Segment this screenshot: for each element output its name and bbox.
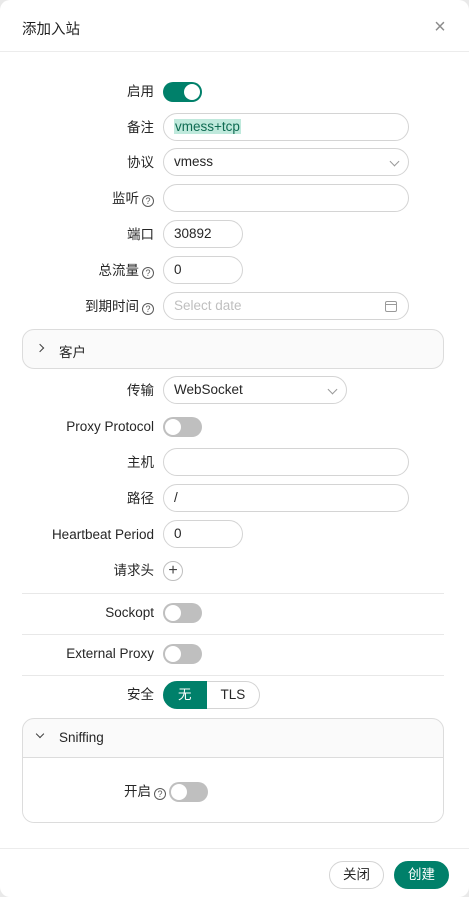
sniffing-collapse-title: Sniffing: [59, 730, 104, 745]
external-proxy-switch[interactable]: [163, 644, 202, 664]
expiry-date-picker[interactable]: Select date: [163, 292, 409, 320]
remark-row: 备注 vmess+tcp: [0, 113, 469, 143]
protocol-label: 协议: [127, 155, 154, 170]
remark-input[interactable]: vmess+tcp: [163, 113, 409, 141]
expiry-label-text: 到期时间: [85, 299, 139, 314]
sniffing-enable-switch[interactable]: [169, 782, 208, 802]
expiry-label: 到期时间?: [85, 292, 154, 322]
security-option-none[interactable]: 无: [163, 681, 207, 709]
heartbeat-row: Heartbeat Period 0: [0, 520, 469, 550]
client-collapse: 客户: [22, 329, 444, 369]
sockopt-row: Sockopt: [0, 598, 469, 628]
security-option-tls[interactable]: TLS: [206, 681, 261, 709]
total-traffic-label: 总流量?: [98, 256, 154, 286]
port-label: 端口: [127, 227, 154, 242]
remark-label: 备注: [127, 120, 154, 135]
enable-row: 启用: [0, 77, 469, 107]
question-circle-icon: ?: [154, 788, 166, 800]
divider: [22, 675, 444, 676]
calendar-icon: [385, 301, 397, 312]
path-value: /: [174, 490, 178, 505]
sniffing-enable-label-text: 开启: [124, 784, 151, 799]
question-circle-icon: ?: [142, 195, 154, 207]
switch-knob: [165, 419, 181, 435]
enable-label: 启用: [127, 84, 154, 99]
enable-switch[interactable]: [163, 82, 202, 102]
security-label: 安全: [127, 687, 154, 702]
headers-label: 请求头: [113, 563, 155, 578]
port-value: 30892: [174, 226, 212, 241]
heartbeat-input[interactable]: 0: [163, 520, 243, 548]
switch-knob: [184, 84, 200, 100]
client-collapse-header[interactable]: 客户: [23, 330, 443, 368]
heartbeat-label: Heartbeat Period: [51, 527, 154, 542]
chevron-down-icon: [389, 156, 400, 167]
switch-knob: [171, 784, 187, 800]
chevron-down-icon: [327, 384, 338, 395]
transmission-select[interactable]: WebSocket: [163, 376, 347, 404]
host-input[interactable]: [163, 448, 409, 476]
headers-row: 请求头 +: [0, 556, 469, 586]
listen-label-text: 监听: [112, 191, 139, 206]
divider: [22, 634, 444, 635]
switch-knob: [165, 605, 181, 621]
divider: [22, 593, 444, 594]
listen-row: 监听?: [0, 184, 469, 214]
client-collapse-title: 客户: [59, 345, 86, 360]
host-label: 主机: [127, 455, 154, 470]
listen-input[interactable]: [163, 184, 409, 212]
port-row: 端口 30892: [0, 220, 469, 250]
chevron-down-icon: [35, 729, 45, 739]
sniffing-collapse-body: 开启?: [23, 757, 443, 822]
path-input[interactable]: /: [163, 484, 409, 512]
sockopt-label: Sockopt: [105, 605, 154, 620]
proxy-protocol-label: Proxy Protocol: [66, 419, 154, 434]
expiry-row: 到期时间? Select date: [0, 292, 469, 322]
security-row: 安全 无 TLS: [0, 680, 469, 710]
sniffing-collapse: Sniffing 开启?: [22, 718, 444, 823]
total-traffic-label-text: 总流量: [98, 263, 140, 278]
proxy-protocol-switch[interactable]: [163, 417, 202, 437]
protocol-value: vmess: [174, 154, 214, 169]
transmission-value: WebSocket: [174, 382, 243, 397]
security-segmented: 无 TLS: [163, 681, 261, 709]
sniffing-collapse-header[interactable]: Sniffing: [23, 719, 443, 757]
path-row: 路径 /: [0, 484, 469, 514]
question-circle-icon: ?: [142, 303, 154, 315]
total-traffic-row: 总流量? 0: [0, 256, 469, 286]
heartbeat-value: 0: [174, 526, 182, 541]
chevron-right-icon: [35, 343, 45, 353]
close-icon[interactable]: ×: [430, 17, 450, 38]
port-input[interactable]: 30892: [163, 220, 243, 248]
modal-header: 添加入站 ×: [0, 0, 469, 52]
plus-icon[interactable]: +: [163, 561, 183, 581]
external-proxy-row: External Proxy: [0, 639, 469, 669]
external-proxy-label: External Proxy: [66, 646, 154, 661]
question-circle-icon: ?: [142, 267, 154, 279]
transmission-row: 传输 WebSocket: [0, 376, 469, 406]
protocol-select[interactable]: vmess: [163, 148, 409, 176]
listen-label: 监听?: [112, 184, 154, 214]
proxy-protocol-row: Proxy Protocol: [0, 412, 469, 442]
path-label: 路径: [127, 491, 154, 506]
sockopt-switch[interactable]: [163, 603, 202, 623]
remark-value: vmess+tcp: [174, 119, 241, 134]
switch-knob: [165, 646, 181, 662]
modal-footer: 关闭 创建: [0, 848, 469, 897]
expiry-placeholder: Select date: [174, 298, 242, 313]
modal-title: 添加入站: [22, 22, 80, 38]
total-traffic-value: 0: [174, 262, 182, 277]
create-button[interactable]: 创建: [394, 861, 449, 889]
sniffing-enable-row: 开启?: [23, 777, 443, 807]
close-button[interactable]: 关闭: [329, 861, 384, 889]
protocol-row: 协议 vmess: [0, 148, 469, 178]
total-traffic-input[interactable]: 0: [163, 256, 243, 284]
sniffing-enable-label: 开启?: [124, 777, 166, 807]
add-inbound-modal: 添加入站 × 启用 备注 vmess+tcp 协议 vmess 监听? 端口 3…: [0, 0, 469, 897]
host-row: 主机: [0, 448, 469, 478]
transmission-label: 传输: [127, 383, 154, 398]
